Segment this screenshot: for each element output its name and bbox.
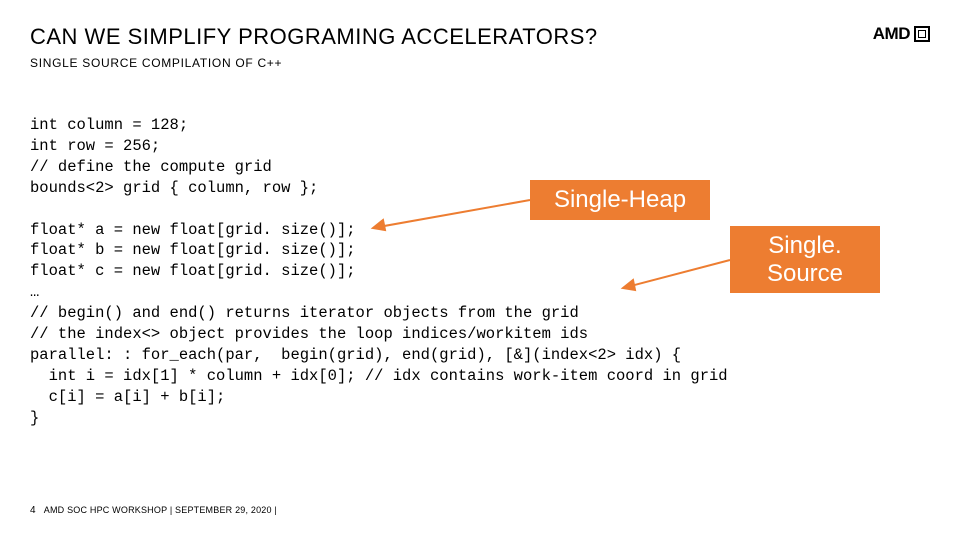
code-line: }: [30, 409, 39, 427]
code-line: int i = idx[1] * column + idx[0]; // idx…: [30, 367, 728, 385]
callout-text: Single-Heap: [554, 186, 686, 213]
page-number: 4: [30, 505, 36, 516]
arrow-heap-icon: [365, 198, 535, 238]
callout-text-line1: Single.: [768, 232, 841, 259]
code-line: float* a = new float[grid. size()];: [30, 221, 356, 239]
footer-text: AMD SOC HPC WORKSHOP | SEPTEMBER 29, 202…: [44, 505, 277, 515]
arrow-source-icon: [615, 258, 735, 298]
callout-single-heap: Single-Heap: [530, 180, 710, 220]
code-line: int row = 256;: [30, 137, 160, 155]
code-line: parallel: : for_each(par, begin(grid), e…: [30, 346, 681, 364]
code-line: // define the compute grid: [30, 158, 272, 176]
code-line: int column = 128;: [30, 116, 188, 134]
callout-text-line2: Source: [767, 260, 843, 287]
amd-logo: AMD: [873, 24, 930, 44]
code-line: bounds<2> grid { column, row };: [30, 179, 318, 197]
code-line: // begin() and end() returns iterator ob…: [30, 304, 579, 322]
code-line: float* c = new float[grid. size()];: [30, 262, 356, 280]
slide-title: CAN WE SIMPLIFY PROGRAMING ACCELERATORS?: [30, 24, 930, 50]
slide-subtitle: SINGLE SOURCE COMPILATION OF C++: [30, 56, 930, 70]
slide-footer: 4 AMD SOC HPC WORKSHOP | SEPTEMBER 29, 2…: [30, 505, 277, 516]
logo-mark-icon: [914, 26, 930, 42]
slide: AMD CAN WE SIMPLIFY PROGRAMING ACCELERAT…: [0, 0, 960, 540]
callout-single-source: Single. Source: [730, 226, 880, 293]
logo-text: AMD: [873, 24, 910, 44]
code-line: …: [30, 283, 39, 301]
code-line: float* b = new float[grid. size()];: [30, 241, 356, 259]
code-line: c[i] = a[i] + b[i];: [30, 388, 225, 406]
code-line: // the index<> object provides the loop …: [30, 325, 588, 343]
